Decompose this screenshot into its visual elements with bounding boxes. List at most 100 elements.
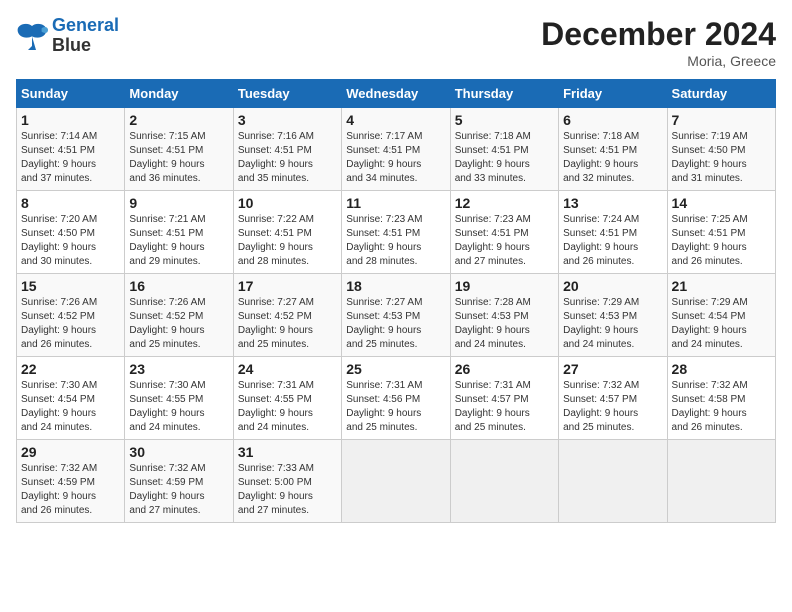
day-number: 22 — [21, 361, 120, 377]
day-cell: 24 Sunrise: 7:31 AMSunset: 4:55 PMDayligh… — [233, 357, 341, 440]
col-thursday: Thursday — [450, 80, 558, 108]
day-cell: 5 Sunrise: 7:18 AMSunset: 4:51 PMDaylight… — [450, 108, 558, 191]
day-cell: 2 Sunrise: 7:15 AMSunset: 4:51 PMDaylight… — [125, 108, 233, 191]
day-number: 3 — [238, 112, 337, 128]
day-info: Sunrise: 7:32 AMSunset: 4:59 PMDaylight:… — [21, 462, 120, 518]
day-info: Sunrise: 7:18 AMSunset: 4:51 PMDaylight:… — [563, 130, 662, 186]
day-number: 16 — [129, 278, 228, 294]
day-number: 12 — [455, 195, 554, 211]
empty-cell — [450, 440, 558, 523]
day-cell: 15Sunrise: 7:26 AMSunset: 4:52 PMDayligh… — [17, 274, 125, 357]
day-info: Sunrise: 7:18 AMSunset: 4:51 PMDaylight:… — [455, 130, 554, 186]
day-number: 19 — [455, 278, 554, 294]
day-info: Sunrise: 7:20 AMSunset: 4:50 PMDaylight:… — [21, 213, 120, 269]
day-info: Sunrise: 7:22 AMSunset: 4:51 PMDaylight:… — [238, 213, 337, 269]
day-info: Sunrise: 7:30 AMSunset: 4:54 PMDaylight:… — [21, 379, 120, 435]
title-block: December 2024 Moria, Greece — [541, 16, 776, 69]
day-info: Sunrise: 7:27 AMSunset: 4:53 PMDaylight:… — [346, 296, 445, 352]
day-cell: 19 Sunrise: 7:28 AMSunset: 4:53 PMDayligh… — [450, 274, 558, 357]
calendar-row: 15Sunrise: 7:26 AMSunset: 4:52 PMDayligh… — [17, 274, 776, 357]
day-number: 14 — [672, 195, 771, 211]
day-cell: 31 Sunrise: 7:33 AMSunset: 5:00 PMDayligh… — [233, 440, 341, 523]
day-number: 4 — [346, 112, 445, 128]
day-number: 10 — [238, 195, 337, 211]
logo-icon — [16, 22, 48, 50]
day-info: Sunrise: 7:31 AMSunset: 4:55 PMDaylight:… — [238, 379, 337, 435]
day-number: 26 — [455, 361, 554, 377]
calendar-header-row: Sunday Monday Tuesday Wednesday Thursday… — [17, 80, 776, 108]
empty-cell — [667, 440, 775, 523]
day-cell: 29 Sunrise: 7:32 AMSunset: 4:59 PMDayligh… — [17, 440, 125, 523]
col-saturday: Saturday — [667, 80, 775, 108]
calendar-row: 8 Sunrise: 7:20 AMSunset: 4:50 PMDaylight… — [17, 191, 776, 274]
calendar-table: Sunday Monday Tuesday Wednesday Thursday… — [16, 79, 776, 523]
day-number: 6 — [563, 112, 662, 128]
day-number: 17 — [238, 278, 337, 294]
day-info: Sunrise: 7:26 AMSunset: 4:52 PMDaylight:… — [21, 296, 120, 352]
day-number: 2 — [129, 112, 228, 128]
logo-text: General Blue — [52, 16, 119, 56]
day-info: Sunrise: 7:30 AMSunset: 4:55 PMDaylight:… — [129, 379, 228, 435]
day-cell: 10 Sunrise: 7:22 AMSunset: 4:51 PMDayligh… — [233, 191, 341, 274]
day-info: Sunrise: 7:25 AMSunset: 4:51 PMDaylight:… — [672, 213, 771, 269]
day-number: 5 — [455, 112, 554, 128]
day-number: 21 — [672, 278, 771, 294]
day-number: 29 — [21, 444, 120, 460]
day-cell: 22 Sunrise: 7:30 AMSunset: 4:54 PMDayligh… — [17, 357, 125, 440]
day-cell: 21 Sunrise: 7:29 AMSunset: 4:54 PMDayligh… — [667, 274, 775, 357]
day-info: Sunrise: 7:14 AMSunset: 4:51 PMDaylight:… — [21, 130, 120, 186]
day-info: Sunrise: 7:23 AMSunset: 4:51 PMDaylight:… — [346, 213, 445, 269]
day-number: 27 — [563, 361, 662, 377]
day-info: Sunrise: 7:32 AMSunset: 4:59 PMDaylight:… — [129, 462, 228, 518]
calendar-row: 29 Sunrise: 7:32 AMSunset: 4:59 PMDayligh… — [17, 440, 776, 523]
day-info: Sunrise: 7:16 AMSunset: 4:51 PMDaylight:… — [238, 130, 337, 186]
day-info: Sunrise: 7:15 AMSunset: 4:51 PMDaylight:… — [129, 130, 228, 186]
day-number: 1 — [21, 112, 120, 128]
empty-cell — [342, 440, 450, 523]
day-cell: 3 Sunrise: 7:16 AMSunset: 4:51 PMDaylight… — [233, 108, 341, 191]
day-number: 8 — [21, 195, 120, 211]
day-cell: 18Sunrise: 7:27 AMSunset: 4:53 PMDayligh… — [342, 274, 450, 357]
day-info: Sunrise: 7:28 AMSunset: 4:53 PMDaylight:… — [455, 296, 554, 352]
day-number: 13 — [563, 195, 662, 211]
day-cell: 1 Sunrise: 7:14 AMSunset: 4:51 PMDaylight… — [17, 108, 125, 191]
day-cell: 9Sunrise: 7:21 AMSunset: 4:51 PMDaylight… — [125, 191, 233, 274]
day-cell: 20Sunrise: 7:29 AMSunset: 4:53 PMDayligh… — [559, 274, 667, 357]
day-cell: 8 Sunrise: 7:20 AMSunset: 4:50 PMDaylight… — [17, 191, 125, 274]
day-number: 30 — [129, 444, 228, 460]
day-cell: 4 Sunrise: 7:17 AMSunset: 4:51 PMDaylight… — [342, 108, 450, 191]
location: Moria, Greece — [541, 53, 776, 69]
day-cell: 13 Sunrise: 7:24 AMSunset: 4:51 PMDayligh… — [559, 191, 667, 274]
col-sunday: Sunday — [17, 80, 125, 108]
day-info: Sunrise: 7:33 AMSunset: 5:00 PMDaylight:… — [238, 462, 337, 518]
day-cell: 16Sunrise: 7:26 AMSunset: 4:52 PMDayligh… — [125, 274, 233, 357]
day-cell: 14 Sunrise: 7:25 AMSunset: 4:51 PMDayligh… — [667, 191, 775, 274]
day-info: Sunrise: 7:31 AMSunset: 4:57 PMDaylight:… — [455, 379, 554, 435]
day-number: 31 — [238, 444, 337, 460]
logo: General Blue — [16, 16, 119, 56]
day-info: Sunrise: 7:32 AMSunset: 4:58 PMDaylight:… — [672, 379, 771, 435]
col-wednesday: Wednesday — [342, 80, 450, 108]
calendar-row: 1 Sunrise: 7:14 AMSunset: 4:51 PMDaylight… — [17, 108, 776, 191]
day-info: Sunrise: 7:29 AMSunset: 4:54 PMDaylight:… — [672, 296, 771, 352]
day-info: Sunrise: 7:21 AMSunset: 4:51 PMDaylight:… — [129, 213, 228, 269]
day-number: 20 — [563, 278, 662, 294]
day-cell: 23Sunrise: 7:30 AMSunset: 4:55 PMDayligh… — [125, 357, 233, 440]
col-friday: Friday — [559, 80, 667, 108]
day-info: Sunrise: 7:24 AMSunset: 4:51 PMDaylight:… — [563, 213, 662, 269]
day-number: 25 — [346, 361, 445, 377]
day-cell: 27 Sunrise: 7:32 AMSunset: 4:57 PMDayligh… — [559, 357, 667, 440]
day-number: 11 — [346, 195, 445, 211]
day-info: Sunrise: 7:19 AMSunset: 4:50 PMDaylight:… — [672, 130, 771, 186]
day-cell: 17Sunrise: 7:27 AMSunset: 4:52 PMDayligh… — [233, 274, 341, 357]
day-info: Sunrise: 7:31 AMSunset: 4:56 PMDaylight:… — [346, 379, 445, 435]
month-title: December 2024 — [541, 16, 776, 53]
day-cell: 12Sunrise: 7:23 AMSunset: 4:51 PMDayligh… — [450, 191, 558, 274]
day-info: Sunrise: 7:32 AMSunset: 4:57 PMDaylight:… — [563, 379, 662, 435]
day-number: 24 — [238, 361, 337, 377]
day-cell: 7Sunrise: 7:19 AMSunset: 4:50 PMDaylight… — [667, 108, 775, 191]
day-info: Sunrise: 7:17 AMSunset: 4:51 PMDaylight:… — [346, 130, 445, 186]
page-header: General Blue December 2024 Moria, Greece — [16, 16, 776, 69]
col-monday: Monday — [125, 80, 233, 108]
calendar-row: 22 Sunrise: 7:30 AMSunset: 4:54 PMDayligh… — [17, 357, 776, 440]
